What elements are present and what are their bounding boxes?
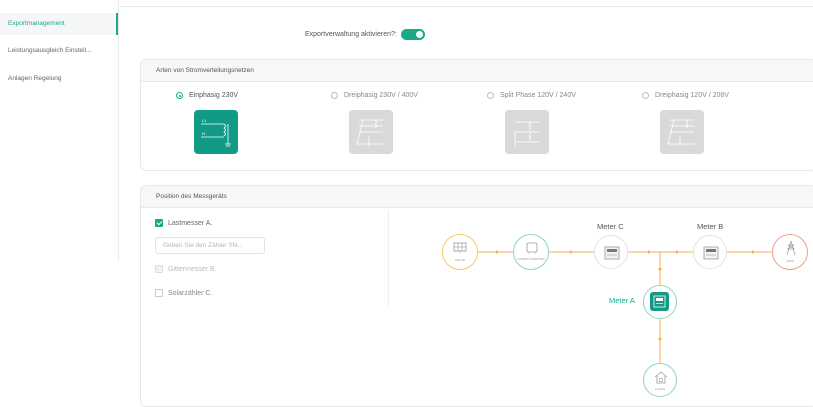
inverter-label: HYBRID INVERTER — [517, 257, 545, 261]
solar-label: SOLAR — [454, 258, 466, 262]
grid-node: GRID — [772, 234, 808, 270]
loads-node: LOADS — [643, 363, 677, 397]
meter-b-node[interactable] — [693, 235, 727, 269]
inverter-icon — [526, 242, 538, 254]
meter-c-icon — [604, 246, 620, 260]
meter-a-label: Meter A — [609, 296, 635, 305]
power-tower-icon — [786, 240, 796, 256]
loads-label: LOADS — [654, 387, 666, 391]
meter-a-icon — [653, 295, 666, 308]
inverter-node: HYBRID INVERTER — [513, 234, 549, 270]
meter-a-node[interactable] — [643, 285, 677, 319]
house-icon — [654, 371, 668, 384]
meter-c-label: Meter C — [597, 222, 624, 231]
meter-c-node[interactable] — [594, 235, 628, 269]
grid-label: GRID — [786, 259, 794, 263]
meter-b-icon — [703, 246, 719, 260]
solar-panel-icon — [453, 242, 467, 253]
energy-flow-diagram — [478, 250, 772, 363]
meter-a-badge — [650, 292, 669, 311]
solar-panel-node: SOLAR — [442, 234, 478, 270]
meter-b-label: Meter B — [697, 222, 724, 231]
